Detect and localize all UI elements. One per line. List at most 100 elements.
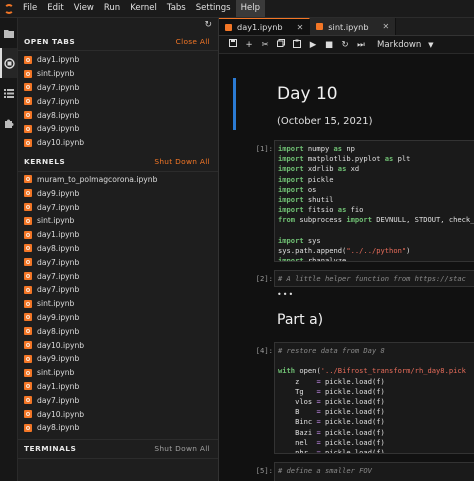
- file-label: day7.ipynb: [37, 285, 80, 295]
- file-label: day10.ipynb: [37, 340, 85, 350]
- list-item[interactable]: sint.ipynb: [18, 297, 218, 311]
- code-editor[interactable]: # A little helper function from https://…: [274, 270, 474, 287]
- list-item[interactable]: day9.ipynb: [18, 186, 218, 200]
- list-item[interactable]: day9.ipynb: [18, 311, 218, 325]
- list-item[interactable]: day10.ipynb: [18, 136, 218, 150]
- jupyter-logo: [0, 0, 18, 17]
- close-all-button[interactable]: Close All: [176, 37, 210, 46]
- notebook-icon: [24, 327, 32, 336]
- file-label: day10.ipynb: [37, 409, 85, 419]
- list-item[interactable]: day7.ipynb: [18, 94, 218, 108]
- running-panel: ↻ OPEN TABS Close All day1.ipynb sint.ip…: [18, 18, 219, 481]
- notebook-icon: [24, 354, 32, 363]
- list-item[interactable]: day1.ipynb: [18, 380, 218, 394]
- collapsed-output-ellipsis[interactable]: •••: [277, 290, 294, 299]
- list-item[interactable]: day7.ipynb: [18, 269, 218, 283]
- list-item[interactable]: sint.ipynb: [18, 214, 218, 228]
- list-item[interactable]: day9.ipynb: [18, 352, 218, 366]
- tab-day1[interactable]: day1.ipynb ✕: [219, 18, 311, 35]
- save-icon[interactable]: [225, 39, 241, 50]
- extension-icon[interactable]: [0, 108, 17, 138]
- list-item[interactable]: day10.ipynb: [18, 338, 218, 352]
- list-item[interactable]: day7.ipynb: [18, 81, 218, 95]
- menu-view[interactable]: View: [69, 0, 99, 17]
- file-label: day7.ipynb: [37, 82, 80, 92]
- notebook-icon: [24, 313, 32, 322]
- list-item[interactable]: day8.ipynb: [18, 108, 218, 122]
- notebook-icon: [316, 23, 324, 30]
- notebook-icon: [24, 203, 32, 212]
- menu-edit[interactable]: Edit: [42, 0, 68, 17]
- folder-icon[interactable]: [0, 18, 17, 48]
- menu-kernel[interactable]: Kernel: [125, 0, 162, 17]
- file-label: sint.ipynb: [37, 368, 75, 378]
- running-icon[interactable]: [0, 48, 17, 78]
- file-label: day1.ipynb: [37, 381, 80, 391]
- notebook-panel: Day 10 (October 15, 2021) [1]: import nu…: [219, 54, 474, 481]
- terminals-title: TERMINALS: [24, 444, 77, 454]
- chevron-down-icon: ▼: [428, 40, 434, 49]
- code-editor[interactable]: # define a smaller FOV xs = 60 ; xe = 29…: [274, 462, 474, 481]
- fast-forward-icon[interactable]: ⏭: [353, 40, 369, 50]
- commands-icon[interactable]: [0, 78, 17, 108]
- close-icon[interactable]: ✕: [383, 22, 390, 31]
- list-item[interactable]: day7.ipynb: [18, 200, 218, 214]
- restart-icon[interactable]: ↻: [337, 40, 353, 50]
- file-label: day9.ipynb: [37, 354, 80, 364]
- cell-prompt: [4]:: [255, 346, 273, 355]
- shut-down-all-kernels-button[interactable]: Shut Down All: [154, 157, 210, 166]
- code-editor[interactable]: # restore data from Day 8 with open('../…: [274, 342, 474, 454]
- notebook-icon: [24, 423, 32, 432]
- menu-help[interactable]: Help: [235, 0, 265, 17]
- list-item[interactable]: day8.ipynb: [18, 421, 218, 435]
- file-label: day8.ipynb: [37, 326, 80, 336]
- notebook-icon: [24, 341, 32, 350]
- menubar: File Edit View Run Kernel Tabs Settings …: [0, 0, 474, 18]
- copy-icon[interactable]: [273, 39, 289, 50]
- menu-run[interactable]: Run: [99, 0, 125, 17]
- notebook-icon: [24, 216, 32, 225]
- tab-label: day1.ipynb: [237, 22, 283, 32]
- list-item[interactable]: day7.ipynb: [18, 283, 218, 297]
- stop-icon[interactable]: ■: [321, 40, 337, 50]
- run-icon[interactable]: ▶: [305, 40, 321, 50]
- add-cell-icon[interactable]: +: [241, 40, 257, 50]
- list-item[interactable]: day8.ipynb: [18, 242, 218, 256]
- open-tabs-title: OPEN TABS: [24, 36, 76, 46]
- list-item[interactable]: day10.ipynb: [18, 407, 218, 421]
- file-label: day10.ipynb: [37, 138, 85, 148]
- list-item[interactable]: muram_to_polmagcorona.ipynb: [18, 173, 218, 187]
- menu-file[interactable]: File: [18, 0, 42, 17]
- cell-type-value: Markdown: [377, 39, 422, 50]
- list-item[interactable]: sint.ipynb: [18, 67, 218, 81]
- code-editor[interactable]: import numpy as np import matplotlib.pyp…: [274, 140, 474, 262]
- list-item[interactable]: day1.ipynb: [18, 53, 218, 67]
- list-item[interactable]: day7.ipynb: [18, 393, 218, 407]
- activity-bar: [0, 18, 18, 481]
- close-icon[interactable]: ✕: [297, 23, 304, 32]
- file-label: day9.ipynb: [37, 188, 80, 198]
- list-item[interactable]: sint.ipynb: [18, 366, 218, 380]
- cut-icon[interactable]: ✂: [257, 40, 273, 50]
- file-label: day7.ipynb: [37, 202, 80, 212]
- open-tabs-header: OPEN TABS Close All: [18, 32, 218, 51]
- kernels-list: muram_to_polmagcorona.ipynb day9.ipynb d…: [18, 172, 218, 435]
- notebook-icon: [24, 83, 32, 92]
- paste-icon[interactable]: [289, 39, 305, 51]
- list-item[interactable]: day9.ipynb: [18, 122, 218, 136]
- list-item[interactable]: day1.ipynb: [18, 228, 218, 242]
- notebook-icon: [24, 230, 32, 239]
- notebook-icon: [24, 138, 32, 147]
- cell-type-select[interactable]: Markdown ▼: [377, 40, 434, 50]
- shut-down-all-terminals-button[interactable]: Shut Down All: [154, 444, 210, 453]
- tab-sint[interactable]: sint.ipynb ✕: [310, 18, 397, 35]
- list-item[interactable]: day7.ipynb: [18, 255, 218, 269]
- file-label: muram_to_polmagcorona.ipynb: [37, 174, 158, 184]
- menu-tabs[interactable]: Tabs: [162, 0, 191, 17]
- refresh-icon[interactable]: ↻: [204, 20, 212, 30]
- tab-label: sint.ipynb: [328, 21, 369, 32]
- menu-settings[interactable]: Settings: [191, 0, 236, 17]
- list-item[interactable]: day8.ipynb: [18, 324, 218, 338]
- notebook-icon: [24, 396, 32, 405]
- file-label: sint.ipynb: [37, 69, 75, 79]
